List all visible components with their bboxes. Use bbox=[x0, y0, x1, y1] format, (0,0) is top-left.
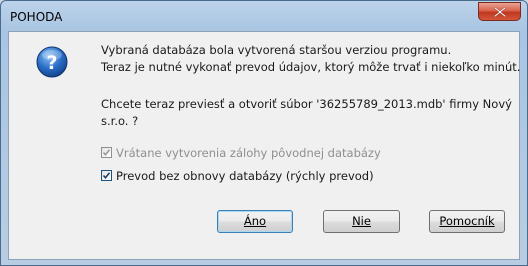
no-button[interactable]: Nie bbox=[323, 210, 400, 233]
backup-option: Vrátane vytvorenia zálohy pôvodnej datab… bbox=[101, 145, 381, 160]
window-title: POHODA bbox=[10, 10, 63, 24]
help-button[interactable]: Pomocník bbox=[429, 210, 505, 233]
help-button-label: Pomocník bbox=[439, 214, 495, 228]
checkmark-icon bbox=[102, 149, 111, 157]
message-line-4: s.r.o. ? bbox=[101, 114, 139, 128]
yes-button[interactable]: Áno bbox=[217, 210, 293, 233]
message-line-3: Chcete teraz previesť a otvoriť súbor '3… bbox=[101, 97, 512, 111]
question-icon: ? bbox=[36, 46, 68, 78]
svg-text:?: ? bbox=[46, 52, 57, 74]
no-button-label: Nie bbox=[352, 214, 371, 228]
checkmark-icon bbox=[102, 172, 111, 180]
no-restore-label: Prevod bez obnovy databázy (rýchly prevo… bbox=[116, 168, 374, 183]
backup-label: Vrátane vytvorenia zálohy pôvodnej datab… bbox=[116, 145, 381, 160]
no-restore-option[interactable]: Prevod bez obnovy databázy (rýchly prevo… bbox=[101, 168, 374, 183]
dialog-window: POHODA ? Vybraná databáza bola vytvorená… bbox=[0, 0, 528, 266]
title-bar[interactable]: POHODA bbox=[1, 1, 527, 31]
no-restore-checkbox[interactable] bbox=[101, 170, 112, 181]
close-button[interactable] bbox=[478, 2, 521, 21]
dialog-content: ? Vybraná databáza bola vytvorená staršo… bbox=[8, 31, 520, 260]
yes-button-label: Áno bbox=[243, 214, 267, 228]
close-icon bbox=[494, 7, 506, 17]
backup-checkbox bbox=[101, 147, 112, 158]
message-line-2: Teraz je nutné vykonať prevod údajov, kt… bbox=[101, 60, 521, 74]
message-line-1: Vybraná databáza bola vytvorená staršou … bbox=[101, 43, 452, 57]
